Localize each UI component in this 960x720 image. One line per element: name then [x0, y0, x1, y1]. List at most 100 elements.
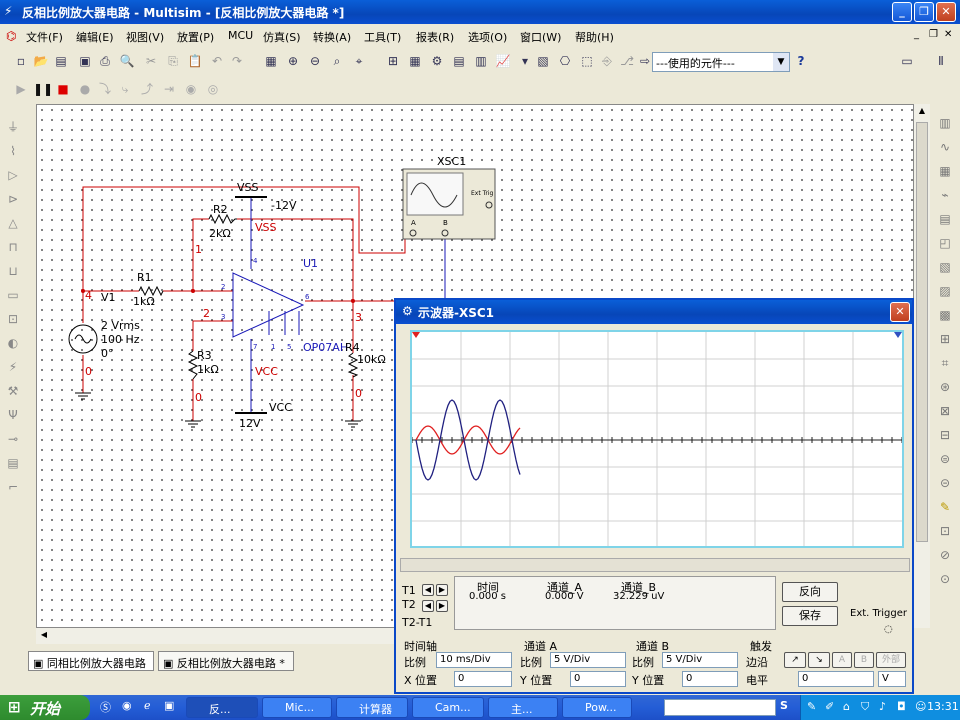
save-icon[interactable]: ▣	[76, 52, 94, 70]
zoom-area-icon[interactable]: ⌕	[328, 52, 346, 70]
menu-simulate[interactable]: 仿真(S)	[263, 29, 301, 45]
pause-toggle-icon[interactable]: Ⅱ	[928, 52, 954, 70]
tektronix-scope-icon[interactable]: ⊡	[936, 522, 954, 540]
multimeter-icon[interactable]: ▥	[936, 114, 954, 132]
new-icon[interactable]: ▫	[12, 52, 30, 70]
t2-left-arrow-icon[interactable]: ◀	[422, 600, 434, 612]
power-icon[interactable]: ⚡	[4, 358, 22, 376]
tray-network-icon[interactable]: ⌂	[843, 700, 850, 713]
quicklaunch-s-icon[interactable]: Ⓢ	[100, 699, 111, 715]
probe-icon[interactable]: ✎	[936, 498, 954, 516]
mdi-close-button[interactable]: ✕	[944, 29, 952, 40]
netlist-icon[interactable]: ⎔	[556, 52, 574, 70]
reverse-button[interactable]: 反向	[782, 582, 838, 602]
rf-icon[interactable]: Ψ	[4, 406, 22, 424]
opamp-u1[interactable]	[232, 272, 305, 338]
menu-mcu[interactable]: MCU	[228, 29, 253, 42]
paste-icon[interactable]: 📋	[186, 52, 204, 70]
resistor-r2[interactable]	[208, 213, 237, 225]
basic-icon[interactable]: ⌇	[4, 142, 22, 160]
trigger-ext-button[interactable]: 外部	[876, 652, 906, 668]
hierarchical-block-icon[interactable]: ⌐	[4, 478, 22, 496]
minimize-button[interactable]: _	[892, 2, 912, 22]
mixed-icon[interactable]: ⊡	[4, 310, 22, 328]
analog-icon[interactable]: △	[4, 214, 22, 232]
quicklaunch-ie-icon[interactable]: ℯ	[144, 699, 151, 712]
tray-user-icon[interactable]: ☺	[915, 700, 926, 713]
database-icon[interactable]: ⚙	[428, 52, 446, 70]
taskbar-search-field[interactable]	[664, 699, 776, 716]
menu-help[interactable]: 帮助(H)	[575, 29, 614, 45]
scroll-up-icon[interactable]: ▲	[916, 106, 928, 118]
toggle-breakpoint-icon[interactable]: ◉	[182, 80, 200, 98]
quicklaunch-desktop-icon[interactable]: ▣	[164, 699, 174, 712]
undo-icon[interactable]: ↶	[208, 52, 226, 70]
menu-reports[interactable]: 报表(R)	[416, 29, 454, 45]
zoom-in-icon[interactable]: ⊕	[284, 52, 302, 70]
tray-shield-icon[interactable]: ⛉	[861, 700, 869, 714]
grapher-icon[interactable]: 📈	[494, 52, 512, 70]
menu-window[interactable]: 窗口(W)	[520, 29, 561, 45]
tray-security-icon[interactable]: ◘	[897, 700, 906, 713]
open-folder-icon[interactable]: 📂	[32, 52, 50, 70]
channel-b-y-position-field[interactable]: 0	[682, 671, 738, 687]
start-button[interactable]: ⊞ 开始	[0, 695, 90, 720]
transistor-icon[interactable]: ⊳	[4, 190, 22, 208]
vertical-scroll-thumb[interactable]	[916, 122, 928, 542]
scope-horizontal-scrollbar[interactable]	[400, 558, 910, 572]
analysis-icon[interactable]: ▾	[516, 52, 534, 70]
rising-edge-button[interactable]: ↗	[784, 652, 806, 668]
open-sample-icon[interactable]: ▤	[52, 52, 70, 70]
resistor-r1[interactable]	[138, 285, 164, 297]
vertical-scrollbar[interactable]: ▲	[914, 104, 930, 628]
scroll-left-icon[interactable]: ◀	[38, 630, 50, 642]
tray-tool-icon[interactable]: ✐	[825, 700, 834, 713]
network-analyzer-icon[interactable]: ⊟	[936, 426, 954, 444]
cut-icon[interactable]: ✂	[142, 52, 160, 70]
back-annotate-icon[interactable]: ⎆	[598, 52, 616, 70]
help-icon[interactable]: ?	[792, 52, 810, 70]
select-icon[interactable]: ⬚	[578, 52, 596, 70]
step-out-icon[interactable]: ⤴	[138, 80, 156, 98]
close-button[interactable]: ✕	[936, 2, 956, 22]
source-icon[interactable]: ⏚	[4, 118, 22, 136]
trigger-level-field[interactable]: 0	[798, 671, 874, 687]
spectrum-analyzer-icon[interactable]: ⊠	[936, 402, 954, 420]
four-channel-scope-icon[interactable]: ▤	[936, 210, 954, 228]
menu-tools[interactable]: 工具(T)	[364, 29, 401, 45]
zoom-fit-icon[interactable]: ⌖	[350, 52, 368, 70]
misc-digital-icon[interactable]: ▭	[4, 286, 22, 304]
print-icon[interactable]: ⎙	[96, 52, 114, 70]
forward-annotate-icon[interactable]: ⎇	[618, 52, 636, 70]
in-use-list-dropdown[interactable]: ---使用的元件--- ▼	[652, 52, 790, 72]
run-to-cursor-icon[interactable]: ⇥	[160, 80, 178, 98]
scope-close-button[interactable]: ✕	[890, 302, 910, 322]
tab-noninverting[interactable]: ▣ 同相比例放大器电路	[28, 651, 154, 671]
resistor-r4[interactable]	[347, 352, 359, 378]
redo-icon[interactable]: ↷	[228, 52, 246, 70]
cursor-t1-marker[interactable]	[412, 332, 420, 338]
channel-a-scale-field[interactable]: 5 V/Div	[550, 652, 626, 668]
bode-plotter-icon[interactable]: ◰	[936, 234, 954, 252]
copy-icon[interactable]: ⎘	[164, 52, 182, 70]
diode-icon[interactable]: ▷	[4, 166, 22, 184]
erc-icon[interactable]: ▧	[534, 52, 552, 70]
agilent-generator-icon[interactable]: ⊜	[936, 450, 954, 468]
distortion-analyzer-icon[interactable]: ⊛	[936, 378, 954, 396]
spreadsheet-icon[interactable]: ▦	[406, 52, 424, 70]
menu-transfer[interactable]: 转换(A)	[313, 29, 351, 45]
task-calculator[interactable]: 计算器	[336, 697, 408, 718]
breadboard-icon[interactable]: ▭	[894, 52, 920, 70]
fullscreen-icon[interactable]: ▦	[262, 52, 280, 70]
t2-right-arrow-icon[interactable]: ▶	[436, 600, 448, 612]
menu-place[interactable]: 放置(P)	[177, 29, 214, 45]
tray-volume-icon[interactable]: ♪	[879, 700, 886, 713]
menu-file[interactable]: 文件(F)	[26, 29, 63, 45]
cmos-icon[interactable]: ⊔	[4, 262, 22, 280]
misc-icon[interactable]: ⚒	[4, 382, 22, 400]
task-camtasia[interactable]: Cam...	[412, 697, 484, 718]
falling-edge-button[interactable]: ↘	[808, 652, 830, 668]
iv-analyzer-icon[interactable]: ⌗	[936, 354, 954, 372]
restore-button[interactable]: ❐	[914, 2, 934, 22]
search-s-icon[interactable]: S	[780, 699, 788, 712]
